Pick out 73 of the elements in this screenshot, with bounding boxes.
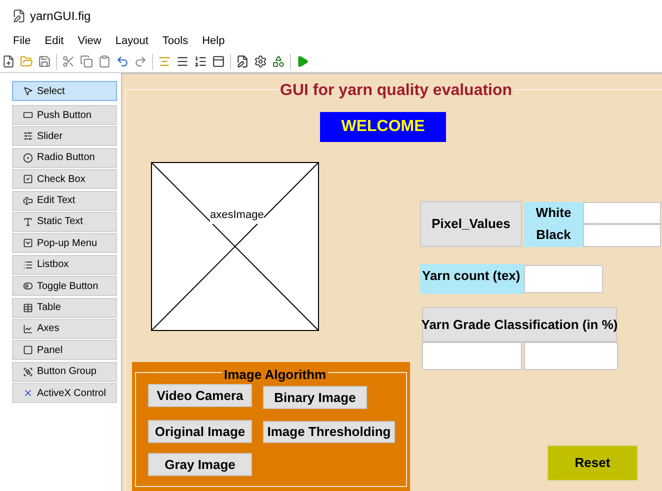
edit-field[interactable] — [524, 265, 603, 293]
listbox-icon — [23, 260, 33, 270]
algorithm-button[interactable]: Gray Image — [148, 453, 252, 476]
menu-item[interactable]: Edit — [44, 32, 64, 50]
popup-menu-icon — [23, 238, 33, 248]
menu-item[interactable]: Tools — [162, 32, 188, 50]
algorithm-button[interactable]: Image Thresholding — [263, 421, 395, 443]
palette-item[interactable]: Radio Button — [12, 148, 117, 168]
axes-label: axesImage — [210, 207, 264, 224]
palette-item[interactable]: Static Text — [12, 212, 117, 232]
align-icon[interactable] — [158, 55, 171, 68]
undo-icon[interactable] — [116, 55, 129, 68]
algorithm-button[interactable]: Video Camera — [148, 384, 252, 407]
palette-item[interactable]: Button Group — [12, 362, 117, 382]
toggle-icon — [23, 281, 33, 292]
menu-item[interactable]: Help — [202, 32, 225, 50]
run-icon[interactable] — [296, 55, 309, 68]
axes-icon — [23, 324, 33, 334]
palette-item[interactable]: Panel — [12, 340, 117, 360]
cut-icon[interactable] — [62, 55, 75, 68]
menu-item[interactable]: File — [13, 32, 31, 50]
welcome-banner: WELCOME — [320, 112, 446, 142]
palette-item[interactable]: ActiveX Control — [12, 383, 117, 404]
pixel-label: Black — [535, 226, 572, 244]
static-text-icon — [23, 216, 33, 227]
palette-item[interactable]: Axes — [12, 318, 117, 339]
table-icon — [23, 302, 33, 313]
pointer-icon — [23, 86, 33, 96]
grade-header: Yarn Grade Classification (in %) — [422, 307, 617, 342]
object-browser-icon[interactable] — [272, 55, 285, 68]
slider-icon — [23, 131, 33, 142]
palette-item[interactable]: Select — [12, 81, 117, 101]
palette-item[interactable]: Table — [12, 298, 117, 318]
button-group-icon — [23, 366, 33, 377]
pixel-label: White — [534, 204, 572, 222]
pixel-values-button[interactable]: Pixel_Values — [420, 201, 522, 247]
edit-field[interactable] — [583, 202, 661, 224]
label-panel — [524, 202, 583, 247]
figure-file-icon — [12, 8, 26, 22]
panel-icon — [23, 345, 33, 356]
menu-item[interactable]: Layout — [115, 32, 148, 50]
yarn-count-label: Yarn count (tex) — [420, 264, 524, 294]
edit-field[interactable] — [422, 342, 522, 370]
palette-item[interactable]: Check Box — [12, 169, 117, 190]
radio-icon — [23, 152, 33, 163]
checkbox-icon — [23, 174, 33, 184]
window-title: yarnGUI.fig — [30, 8, 91, 24]
palette-item[interactable]: Edit Text — [12, 190, 117, 211]
activex-icon — [23, 388, 33, 398]
editor-icon[interactable] — [236, 55, 249, 68]
palette-item[interactable]: Push Button — [12, 105, 117, 125]
push-button-icon — [23, 110, 33, 120]
paste-icon[interactable] — [98, 55, 111, 68]
open-folder-icon[interactable] — [20, 55, 33, 68]
menu-editor-icon[interactable] — [176, 55, 189, 68]
toolbar-editor-icon[interactable] — [212, 55, 225, 68]
algorithm-button[interactable]: Original Image — [148, 420, 252, 443]
algorithm-button[interactable]: Binary Image — [263, 386, 367, 409]
menu-item[interactable]: View — [78, 32, 102, 50]
edit-field[interactable] — [524, 342, 618, 370]
palette-item[interactable]: Toggle Button — [12, 276, 117, 296]
palette-item[interactable]: Slider — [12, 126, 117, 146]
copy-icon[interactable] — [80, 55, 93, 68]
new-file-icon[interactable] — [2, 55, 15, 68]
palette-item[interactable]: Listbox — [12, 254, 117, 275]
reset-button[interactable]: Reset — [547, 445, 638, 481]
tab-order-icon[interactable] — [194, 55, 207, 68]
redo-icon[interactable] — [134, 55, 147, 68]
edit-text-icon — [23, 196, 33, 206]
edit-field[interactable] — [583, 224, 661, 247]
save-icon[interactable] — [38, 55, 51, 68]
palette-item[interactable]: Pop-up Menu — [12, 233, 117, 254]
property-inspector-icon[interactable] — [254, 55, 267, 68]
